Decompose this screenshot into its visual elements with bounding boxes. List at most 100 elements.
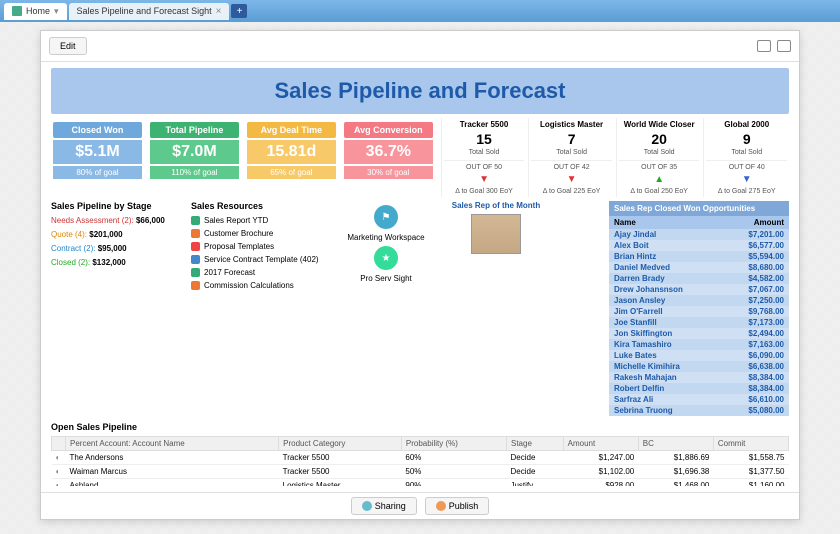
open-pipeline-table: Percent Account: Account Name Product Ca… [51, 436, 789, 486]
stage-line[interactable]: Needs Assessment (2): $66,000 [51, 214, 181, 228]
opp-name: Alex Boit [614, 241, 729, 250]
sharing-button[interactable]: Sharing [351, 497, 417, 515]
opp-row[interactable]: Brian Hintz$5,594.00 [609, 251, 789, 262]
edit-button[interactable]: Edit [49, 37, 87, 55]
opp-name: Jason Ansley [614, 296, 729, 305]
opp-row[interactable]: Daniel Medved$8,680.00 [609, 262, 789, 273]
opp-row[interactable]: Sebrina Truong$5,080.00 [609, 405, 789, 416]
opp-name: Darren Brady [614, 274, 729, 283]
kpi-label: Closed Won [53, 122, 142, 138]
col-stage[interactable]: Stage [506, 437, 563, 451]
present-icon[interactable] [757, 40, 771, 52]
resource-item[interactable]: Commission Calculations [191, 279, 331, 292]
opp-amount: $6,610.00 [729, 395, 784, 404]
opp-name: Brian Hintz [614, 252, 729, 261]
opp-row[interactable]: Ajay Jindal$7,201.00 [609, 229, 789, 240]
resource-label: 2017 Forecast [204, 266, 255, 279]
marketing-workspace-label: Marketing Workspace [341, 233, 431, 242]
tab-dropdown-icon[interactable]: ▾ [54, 6, 59, 17]
tracker-out: OUT OF 35 [619, 160, 700, 171]
opp-row[interactable]: Joe Stanfill$7,173.00 [609, 317, 789, 328]
pro-serv-icon[interactable]: ★ [374, 246, 398, 270]
tracker-card: Global 2000 9 Total Sold OUT OF 40 ▼ Δ t… [703, 118, 789, 197]
opp-row[interactable]: Drew Johansnson$7,067.00 [609, 284, 789, 295]
table-row[interactable]: ◐ The Andersons Tracker 5500 60% Decide … [52, 451, 789, 465]
kpi-label: Total Pipeline [150, 122, 239, 138]
col-amount[interactable]: Amount [563, 437, 638, 451]
open-pipeline-header: Open Sales Pipeline [51, 422, 789, 432]
opp-row[interactable]: Robert Delfin$8,384.00 [609, 383, 789, 394]
col-bc[interactable]: BC [638, 437, 713, 451]
stage-key: Contract (2): [51, 244, 95, 253]
opp-row[interactable]: Michelle Kimihira$6,638.00 [609, 361, 789, 372]
resource-item[interactable]: Proposal Templates [191, 240, 331, 253]
publish-label: Publish [449, 501, 479, 511]
resource-icon [191, 216, 200, 225]
col-product[interactable]: Product Category [279, 437, 402, 451]
sales-resources: Sales Resources Sales Report YTDCustomer… [191, 201, 331, 416]
open-pipeline-table-wrap[interactable]: Percent Account: Account Name Product Ca… [51, 436, 789, 486]
add-tab-button[interactable]: + [231, 4, 247, 18]
marketing-workspace-icon[interactable]: ⚑ [374, 205, 398, 229]
opp-row[interactable]: Rakesh Mahajan$8,384.00 [609, 372, 789, 383]
stage-value: $95,000 [98, 244, 127, 253]
cell-bc: $1,886.69 [638, 451, 713, 465]
stage-line[interactable]: Contract (2): $95,000 [51, 242, 181, 256]
opp-row[interactable]: Luke Bates$6,090.00 [609, 350, 789, 361]
table-row[interactable]: ◐ Waiman Marcus Tracker 5500 50% Decide … [52, 465, 789, 479]
tab-home[interactable]: Home▾ [4, 3, 67, 20]
opp-row[interactable]: Jason Ansley$7,250.00 [609, 295, 789, 306]
close-icon[interactable]: × [216, 6, 222, 17]
opp-row[interactable]: Alex Boit$6,577.00 [609, 240, 789, 251]
tracker-num: 15 [444, 131, 525, 147]
opp-name: Jim O'Farrell [614, 307, 729, 316]
closed-won-opportunities: Sales Rep Closed Won Opportunities Name … [609, 201, 789, 416]
opp-row[interactable]: Jim O'Farrell$9,768.00 [609, 306, 789, 317]
tracker-arrow-icon: ▲ [619, 174, 700, 185]
opp-name: Joe Stanfill [614, 318, 729, 327]
resource-label: Service Contract Template (402) [204, 253, 319, 266]
drag-icon[interactable]: ◐ [52, 465, 66, 479]
resource-icon [191, 268, 200, 277]
table-row[interactable]: ◐ Ashland Logistics Master 90% Justify $… [52, 479, 789, 487]
publish-button[interactable]: Publish [425, 497, 490, 515]
title-banner: Sales Pipeline and Forecast [51, 68, 789, 114]
tab-current[interactable]: Sales Pipeline and Forecast Sight × [69, 3, 230, 20]
cell-amount: $1,102.00 [563, 465, 638, 479]
resource-item[interactable]: Sales Report YTD [191, 214, 331, 227]
resource-icon [191, 229, 200, 238]
col-probability[interactable]: Probability (%) [401, 437, 506, 451]
opp-row[interactable]: Jon Skiffington$2,494.00 [609, 328, 789, 339]
opp-row[interactable]: Darren Brady$4,582.00 [609, 273, 789, 284]
cell-amount: $1,247.00 [563, 451, 638, 465]
opp-name: Daniel Medved [614, 263, 729, 272]
opp-row[interactable]: Sarfraz Ali$6,610.00 [609, 394, 789, 405]
cell-amount: $928.00 [563, 479, 638, 487]
tracker-name: Global 2000 [706, 120, 787, 129]
opps-col-name: Name [614, 218, 729, 227]
tracker-delta: Δ to Goal 250 EoY [619, 188, 700, 195]
resource-item[interactable]: Service Contract Template (402) [191, 253, 331, 266]
toolbar: Edit [41, 31, 799, 62]
kpi-value: 15.81d [247, 140, 336, 164]
print-icon[interactable] [777, 40, 791, 52]
col-account[interactable]: Percent Account: Account Name [66, 437, 279, 451]
kpi-sub: 65% of goal [247, 166, 336, 179]
cell-account: The Andersons [66, 451, 279, 465]
resources-header: Sales Resources [191, 201, 331, 211]
tracker-arrow-icon: ▼ [706, 174, 787, 185]
cell-probability: 90% [401, 479, 506, 487]
opp-amount: $7,250.00 [729, 296, 784, 305]
tab-current-label: Sales Pipeline and Forecast Sight [77, 6, 212, 16]
stage-key: Quote (4): [51, 230, 87, 239]
col-commit[interactable]: Commit [713, 437, 788, 451]
stage-line[interactable]: Quote (4): $201,000 [51, 228, 181, 242]
drag-icon[interactable]: ◐ [52, 451, 66, 465]
drag-icon[interactable]: ◐ [52, 479, 66, 487]
opp-amount: $7,067.00 [729, 285, 784, 294]
resource-item[interactable]: 2017 Forecast [191, 266, 331, 279]
opp-row[interactable]: Kira Tamashiro$7,163.00 [609, 339, 789, 350]
resource-item[interactable]: Customer Brochure [191, 227, 331, 240]
cell-stage: Decide [506, 451, 563, 465]
stage-line[interactable]: Closed (2): $132,000 [51, 256, 181, 270]
